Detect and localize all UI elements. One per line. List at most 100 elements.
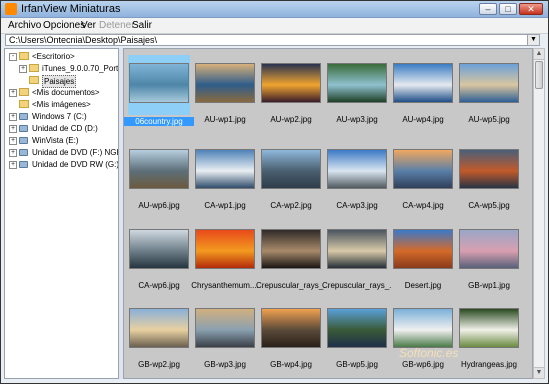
thumbnail-item[interactable]: AU-wp5.jpg bbox=[458, 55, 524, 131]
thumbnail-image[interactable] bbox=[459, 308, 519, 348]
tree-node[interactable]: + WinVista (E:) bbox=[5, 135, 118, 146]
tree-node[interactable]: Paisajes bbox=[5, 75, 118, 88]
expand-icon[interactable]: + bbox=[9, 149, 17, 157]
thumbnail-caption: Chrysanthemum.... bbox=[191, 281, 259, 290]
thumbnail-image[interactable] bbox=[393, 308, 453, 348]
tree-node[interactable]: + Unidad de DVD (F:) NGH14... bbox=[5, 147, 118, 158]
thumbnail-image[interactable] bbox=[195, 308, 255, 348]
thumbnail-image[interactable] bbox=[393, 149, 453, 189]
thumbnail-caption: GB-wp3.jpg bbox=[204, 360, 246, 369]
chevron-down-icon[interactable]: ▼ bbox=[527, 35, 539, 45]
thumbnail-item[interactable]: AU-wp3.jpg bbox=[326, 55, 392, 131]
menu-opciones[interactable]: Opciones bbox=[43, 20, 85, 31]
thumbnail-item[interactable]: CA-wp5.jpg bbox=[458, 141, 524, 217]
thumbnail-item[interactable]: GB-wp5.jpg bbox=[326, 300, 392, 376]
thumbnail-item[interactable]: CA-wp2.jpg bbox=[260, 141, 326, 217]
expand-icon[interactable]: + bbox=[9, 125, 17, 133]
thumbnail-item[interactable]: Chrysanthemum.... bbox=[191, 221, 260, 297]
thumbnail-image[interactable] bbox=[261, 229, 321, 269]
thumbnail-image[interactable] bbox=[327, 308, 387, 348]
thumbnail-image[interactable] bbox=[129, 63, 189, 103]
thumbnail-image[interactable] bbox=[195, 149, 255, 189]
thumbnail-caption: AU-wp6.jpg bbox=[138, 201, 180, 210]
thumbnail-image[interactable] bbox=[459, 63, 519, 103]
collapse-icon[interactable]: - bbox=[9, 53, 17, 61]
tree-node[interactable]: + iTunes_9.0.0.70_Portable bbox=[5, 63, 118, 74]
minimize-button[interactable]: – bbox=[479, 3, 497, 15]
menu-salir[interactable]: Salir bbox=[132, 20, 152, 31]
thumbnail-item[interactable]: AU-wp4.jpg bbox=[392, 55, 458, 131]
vertical-scrollbar[interactable]: ▲ ▼ bbox=[533, 48, 545, 379]
menu-ver[interactable]: Ver bbox=[81, 20, 96, 31]
expand-icon[interactable]: + bbox=[9, 137, 17, 145]
thumbnail-caption: GB-wp4.jpg bbox=[270, 360, 312, 369]
thumbnail-caption: Desert.jpg bbox=[404, 281, 442, 290]
drive-icon bbox=[19, 125, 28, 132]
thumbnail-item[interactable]: Crepuscular_rays_... bbox=[256, 221, 326, 297]
thumbnail-caption: AU-wp3.jpg bbox=[336, 115, 378, 124]
expand-icon[interactable]: + bbox=[9, 113, 17, 121]
close-button[interactable]: ✕ bbox=[519, 3, 543, 15]
thumbnail-item[interactable]: GB-wp1.jpg bbox=[458, 221, 524, 297]
thumbnail-item[interactable]: CA-wp6.jpg bbox=[128, 221, 194, 297]
thumbnail-image[interactable] bbox=[261, 149, 321, 189]
thumbnail-image[interactable] bbox=[327, 63, 387, 103]
thumbnail-image[interactable] bbox=[129, 229, 189, 269]
thumbnail-image[interactable] bbox=[327, 149, 387, 189]
title-bar[interactable]: IrfanView Miniaturas – □ ✕ bbox=[1, 1, 548, 18]
thumbnail-caption: CA-wp1.jpg bbox=[204, 201, 246, 210]
scroll-thumb[interactable] bbox=[535, 61, 543, 89]
path-combobox[interactable]: C:\Users\Ontecnia\Desktop\Paisajes\ ▼ bbox=[5, 34, 540, 46]
thumbnail-item[interactable]: AU-wp2.jpg bbox=[260, 55, 326, 131]
thumbnail-item[interactable]: AU-wp6.jpg bbox=[128, 141, 194, 217]
thumbnail-item[interactable]: Desert.jpg bbox=[392, 221, 458, 297]
thumbnail-item[interactable]: 06country.jpg bbox=[124, 55, 194, 131]
thumbnail-item[interactable]: GB-wp4.jpg bbox=[260, 300, 326, 376]
expand-icon[interactable]: + bbox=[19, 65, 27, 73]
thumbnail-item[interactable]: CA-wp3.jpg bbox=[326, 141, 392, 217]
tree-node-label: Unidad de DVD (F:) NGH14... bbox=[32, 148, 118, 157]
scroll-down-icon[interactable]: ▼ bbox=[534, 367, 544, 378]
thumbnail-image[interactable] bbox=[261, 308, 321, 348]
menu-detener[interactable]: Detener bbox=[99, 20, 135, 31]
thumbnail-item[interactable]: GB-wp6.jpg bbox=[392, 300, 458, 376]
thumbnail-gallery: 06country.jpg AU-wp1.jpg AU-wp2.jpg AU-wp3.… bbox=[123, 48, 533, 379]
maximize-button[interactable]: □ bbox=[499, 3, 517, 15]
thumbnail-image[interactable] bbox=[195, 63, 255, 103]
softonic-watermark: Softonic.es bbox=[399, 346, 459, 360]
tree-node-label: <Mis documentos> bbox=[32, 88, 100, 97]
expand-icon[interactable]: + bbox=[9, 89, 17, 97]
thumbnail-item[interactable]: AU-wp1.jpg bbox=[194, 55, 260, 131]
expand-icon[interactable]: + bbox=[9, 161, 17, 169]
thumbnail-image[interactable] bbox=[327, 229, 387, 269]
thumbnail-item[interactable]: GB-wp3.jpg bbox=[194, 300, 260, 376]
thumbnail-caption: AU-wp2.jpg bbox=[270, 115, 312, 124]
tree-node[interactable]: + Unidad de DVD RW (G:) bbox=[5, 159, 119, 170]
thumbnail-item[interactable]: GB-wp2.jpg bbox=[128, 300, 194, 376]
menu-archivo[interactable]: Archivo bbox=[8, 20, 41, 31]
drive-icon bbox=[19, 149, 28, 156]
thumbnail-image[interactable] bbox=[195, 229, 255, 269]
tree-node[interactable]: + <Mis documentos> bbox=[5, 87, 118, 98]
thumbnail-caption: Crepuscular_rays_... bbox=[256, 281, 326, 290]
thumbnail-item[interactable]: Hydrangeas.jpg bbox=[458, 300, 524, 376]
thumbnail-item[interactable]: Crepuscular_rays_... bbox=[322, 221, 392, 297]
thumbnail-image[interactable] bbox=[459, 229, 519, 269]
thumbnail-item[interactable]: CA-wp1.jpg bbox=[194, 141, 260, 217]
thumbnail-item[interactable]: CA-wp4.jpg bbox=[392, 141, 458, 217]
tree-node[interactable]: - <Escritorio> bbox=[5, 51, 118, 62]
scroll-up-icon[interactable]: ▲ bbox=[534, 49, 544, 60]
thumbnail-image[interactable] bbox=[129, 308, 189, 348]
tree-node[interactable]: <Mis imágenes> bbox=[5, 99, 118, 110]
thumbnail-image[interactable] bbox=[393, 229, 453, 269]
thumbnail-image[interactable] bbox=[261, 63, 321, 103]
thumbnail-caption: GB-wp5.jpg bbox=[336, 360, 378, 369]
thumbnail-image[interactable] bbox=[393, 63, 453, 103]
thumbnail-image[interactable] bbox=[459, 149, 519, 189]
thumbnail-image[interactable] bbox=[129, 149, 189, 189]
tree-node-label: Unidad de DVD RW (G:) bbox=[32, 160, 119, 169]
thumbnail-caption: CA-wp2.jpg bbox=[270, 201, 312, 210]
tree-node[interactable]: + Unidad de CD (D:) bbox=[5, 123, 118, 134]
tree-node[interactable]: + Windows 7 (C:) bbox=[5, 111, 118, 122]
thumbnail-caption: 06country.jpg bbox=[124, 117, 194, 126]
